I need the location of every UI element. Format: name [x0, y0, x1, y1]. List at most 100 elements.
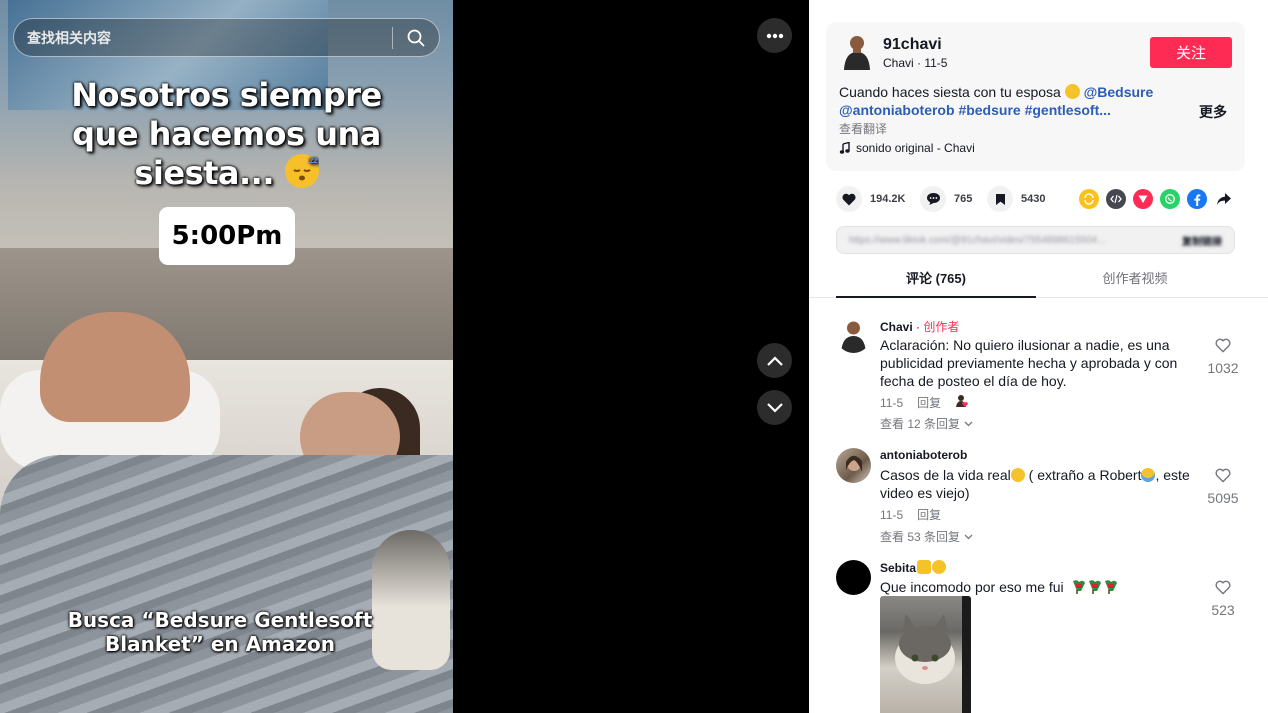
comment-author[interactable]: antoniaboterob [880, 448, 967, 462]
comment-author[interactable]: Sebita [880, 560, 947, 575]
crying-emoji-icon [1141, 468, 1156, 482]
comment-text-part: Casos de la vida real [880, 467, 1011, 483]
search-button[interactable] [393, 19, 439, 56]
view-replies-label: 查看 53 条回复 [880, 530, 961, 544]
comment-like-count: 5095 [1207, 490, 1239, 506]
view-replies-button[interactable]: 查看 12 条回复 [880, 415, 973, 432]
comment-meta: 11-5 回复 [880, 394, 969, 411]
copy-link-box: https://www.tiktok.com/@91chavi/video/75… [836, 226, 1235, 254]
comment-like-button[interactable]: 1032 [1206, 338, 1240, 376]
comment-date: 11-5 [880, 395, 904, 410]
bottom-caption: Busca “Bedsure Gentlesoft Blanket” en Am… [0, 608, 440, 656]
comment-date: 11-5 [880, 507, 904, 522]
comment-like-button[interactable]: 5095 [1206, 468, 1240, 506]
chevron-down-icon [964, 421, 973, 426]
reply-button[interactable]: 回复 [917, 394, 941, 411]
like-count: 194.2K [870, 193, 906, 205]
comment-text: Casos de la vida real ( extraño a Robert… [880, 466, 1205, 502]
tab-comments[interactable]: 评论 (765) [836, 262, 1036, 298]
action-bar: 194.2K 765 5430 [836, 185, 1246, 213]
repost-icon[interactable] [1079, 189, 1099, 209]
creator-badge: 创作者 [923, 320, 960, 334]
embed-icon[interactable] [1106, 189, 1126, 209]
video-frame[interactable]: Nosotros siempre que hacemos una siesta.… [0, 0, 453, 713]
next-video-button[interactable] [757, 390, 792, 425]
more-options-button[interactable] [757, 18, 792, 53]
mention-link[interactable]: @Bedsure [1084, 84, 1154, 100]
comment-like-count: 523 [1211, 602, 1235, 618]
laughing-emoji-icon [1064, 84, 1080, 99]
bookmark-icon [987, 186, 1013, 212]
laughing-emoji-icon [1010, 468, 1025, 482]
view-replies-label: 查看 12 条回复 [880, 417, 961, 431]
author-nickname-date: Chavi · 11-5 [883, 56, 948, 70]
music-link[interactable]: sonido original - Chavi [839, 141, 975, 155]
search-input[interactable] [14, 19, 392, 56]
copy-link-button[interactable]: 复制链接 [1182, 233, 1222, 248]
comment-button[interactable]: 765 [920, 185, 972, 213]
mention-link[interactable]: @antoniaboterob [839, 102, 955, 118]
view-replies-button[interactable]: 查看 53 条回复 [880, 528, 973, 545]
caption-line: Nosotros siempre [71, 76, 382, 114]
like-button[interactable]: 194.2K [836, 185, 905, 213]
thumbs-up-emoji-icon [917, 560, 932, 574]
comment-avatar[interactable] [836, 560, 871, 595]
smirk-emoji-icon [932, 560, 947, 574]
reply-button[interactable]: 回复 [917, 506, 941, 523]
expand-description-button[interactable]: 更多 [1199, 102, 1227, 122]
comment-meta: 11-5 回复 [880, 506, 941, 523]
search-icon [407, 29, 425, 46]
caption-line-last: siesta... zz [0, 154, 453, 193]
comment-avatar[interactable] [836, 448, 871, 483]
save-count: 5430 [1021, 193, 1046, 205]
whatsapp-icon[interactable] [1160, 189, 1180, 209]
more-dots-icon [766, 33, 783, 38]
caption-line: siesta... [134, 154, 285, 192]
comment-image[interactable] [880, 596, 971, 713]
facebook-icon[interactable] [1187, 189, 1207, 209]
chevron-down-icon [766, 402, 783, 413]
save-button[interactable]: 5430 [987, 185, 1045, 213]
chevron-down-icon [964, 534, 973, 539]
comment-count: 765 [954, 193, 973, 205]
comment-item: antoniaboterob Casos de la vida real ( e… [809, 448, 1268, 548]
comment-text: Aclaración: No quiero ilusionar a nadie,… [880, 337, 1178, 389]
description-text: Cuando haces siesta con tu esposa [839, 84, 1065, 100]
comment-username: antoniaboterob [880, 448, 968, 462]
author-username[interactable]: 91chavi [883, 36, 942, 54]
comment-author[interactable]: Chavi · 创作者 [880, 318, 959, 335]
post-description: Cuando haces siesta con tu esposa @Bedsu… [839, 83, 1169, 119]
heart-outline-icon [1215, 580, 1231, 595]
panel-tabs: 评论 (765) 创作者视频 [809, 262, 1268, 298]
tab-creator-videos[interactable]: 创作者视频 [1035, 262, 1235, 298]
app-root: Nosotros siempre que hacemos una siesta.… [0, 0, 1268, 713]
share-arrow-icon[interactable] [1214, 189, 1234, 209]
comment-item: Sebita Que incomodo por eso me fui 523 [809, 560, 1268, 713]
hashtag-links[interactable]: #bedsure #gentlesoft... [958, 102, 1110, 118]
translate-link[interactable]: 查看翻译 [839, 120, 887, 137]
svg-text:zz: zz [309, 156, 318, 165]
caption-line: que hacemos una [72, 115, 381, 153]
music-title: sonido original - Chavi [856, 141, 975, 155]
chevron-up-icon [766, 355, 783, 366]
author-avatar[interactable] [841, 34, 873, 70]
creator-liked-icon [955, 394, 969, 411]
bottom-caption-line: Blanket” en Amazon [104, 632, 336, 656]
comment-like-count: 1032 [1207, 360, 1239, 376]
comment-text-part: ( extraño a Robert [1024, 467, 1142, 483]
send-icon[interactable] [1133, 189, 1153, 209]
separator-dot: · [912, 320, 924, 334]
post-info-card: 91chavi Chavi · 11-5 关注 Cuando haces sie… [826, 22, 1245, 171]
previous-video-button[interactable] [757, 343, 792, 378]
comment-bubble-icon [920, 186, 946, 212]
heart-outline-icon [1215, 468, 1231, 483]
video-link-text[interactable]: https://www.tiktok.com/@91chavi/video/75… [849, 235, 1105, 246]
bottom-caption-line: Busca “Bedsure Gentlesoft [67, 608, 373, 632]
comment-avatar[interactable] [836, 318, 871, 353]
time-label: 5:00Pm [159, 207, 295, 265]
comment-item: Chavi · 创作者 Aclaración: No quiero ilusio… [809, 318, 1268, 438]
flag-emoji-icon [1072, 580, 1117, 594]
video-caption: Nosotros siempre que hacemos una siesta.… [0, 76, 453, 193]
follow-button[interactable]: 关注 [1150, 37, 1232, 68]
comment-like-button[interactable]: 523 [1206, 580, 1240, 618]
